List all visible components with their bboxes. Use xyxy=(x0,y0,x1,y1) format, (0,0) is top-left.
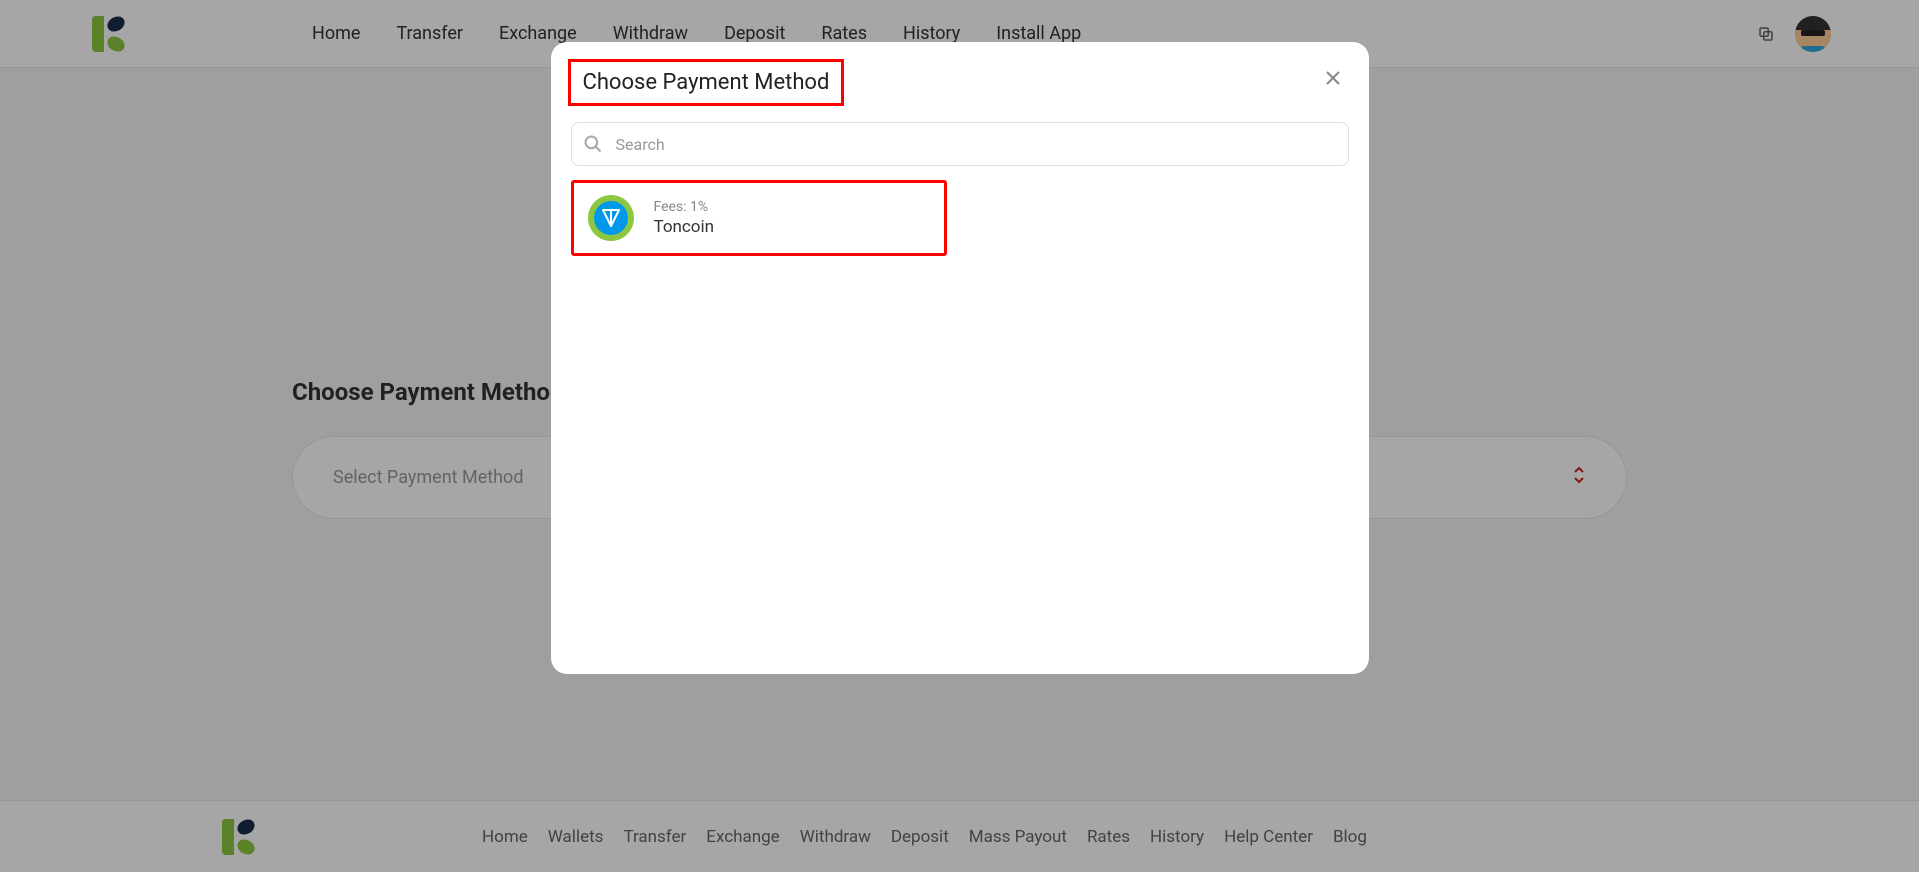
modal-header: Choose Payment Method xyxy=(571,62,1349,106)
search-input[interactable] xyxy=(571,122,1349,166)
payment-method-modal: Choose Payment Method xyxy=(551,42,1369,674)
search-container xyxy=(571,122,1349,166)
option-text: Fees: 1% Toncoin xyxy=(654,199,715,237)
modal-title: Choose Payment Method xyxy=(568,59,845,106)
coin-name: Toncoin xyxy=(654,217,715,237)
fees-label: Fees: 1% xyxy=(654,199,715,215)
search-icon xyxy=(583,134,603,154)
toncoin-icon xyxy=(588,195,634,241)
close-icon xyxy=(1326,71,1340,85)
payment-option-toncoin[interactable]: Fees: 1% Toncoin xyxy=(571,180,947,256)
close-button[interactable] xyxy=(1321,66,1345,90)
